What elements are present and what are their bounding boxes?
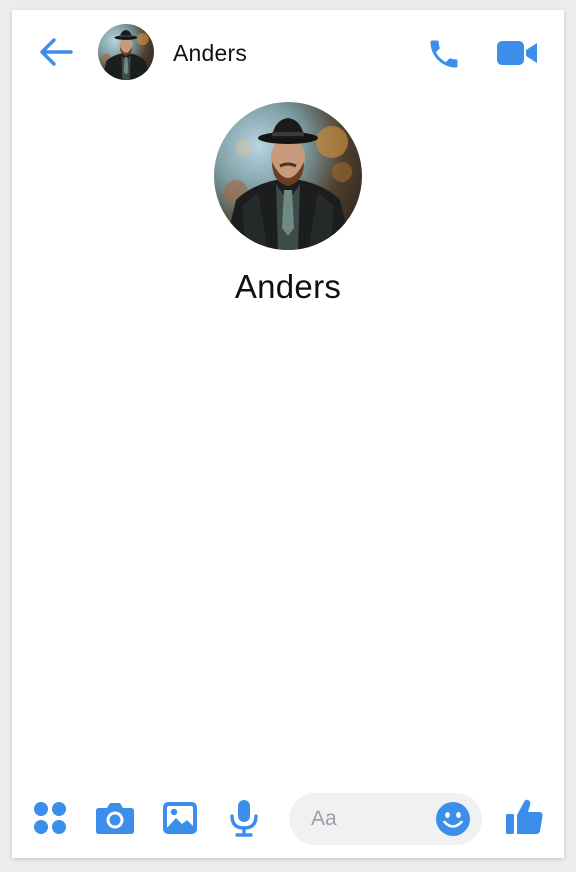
- messenger-chat-screen: Anders Anders Aa: [12, 10, 564, 858]
- chat-header: Anders: [12, 10, 564, 94]
- back-button[interactable]: [38, 34, 74, 70]
- profile-avatar: [214, 102, 362, 250]
- like-button[interactable]: [504, 796, 546, 838]
- image-icon: [163, 802, 197, 834]
- message-input[interactable]: [311, 807, 421, 831]
- message-composer[interactable]: [289, 793, 482, 845]
- voice-message-button[interactable]: [226, 798, 262, 838]
- arrow-left-icon: [40, 38, 73, 66]
- apps-button[interactable]: [30, 798, 70, 838]
- gallery-button[interactable]: [160, 798, 200, 838]
- smiley-icon: [436, 802, 470, 836]
- emoji-button[interactable]: [435, 801, 471, 837]
- video-camera-icon: [497, 41, 537, 65]
- camera-button[interactable]: [94, 798, 136, 838]
- voice-call-button[interactable]: [424, 34, 464, 74]
- composer-bar: [12, 788, 564, 858]
- contact-name[interactable]: Anders: [173, 40, 247, 67]
- thumbs-up-icon: [506, 799, 543, 834]
- contact-avatar[interactable]: [98, 24, 154, 80]
- apps-grid-icon: [34, 802, 66, 834]
- phone-icon: [430, 40, 458, 68]
- video-call-button[interactable]: [494, 36, 540, 70]
- microphone-icon: [230, 800, 258, 837]
- profile-name: Anders: [234, 268, 342, 305]
- camera-icon: [96, 803, 134, 834]
